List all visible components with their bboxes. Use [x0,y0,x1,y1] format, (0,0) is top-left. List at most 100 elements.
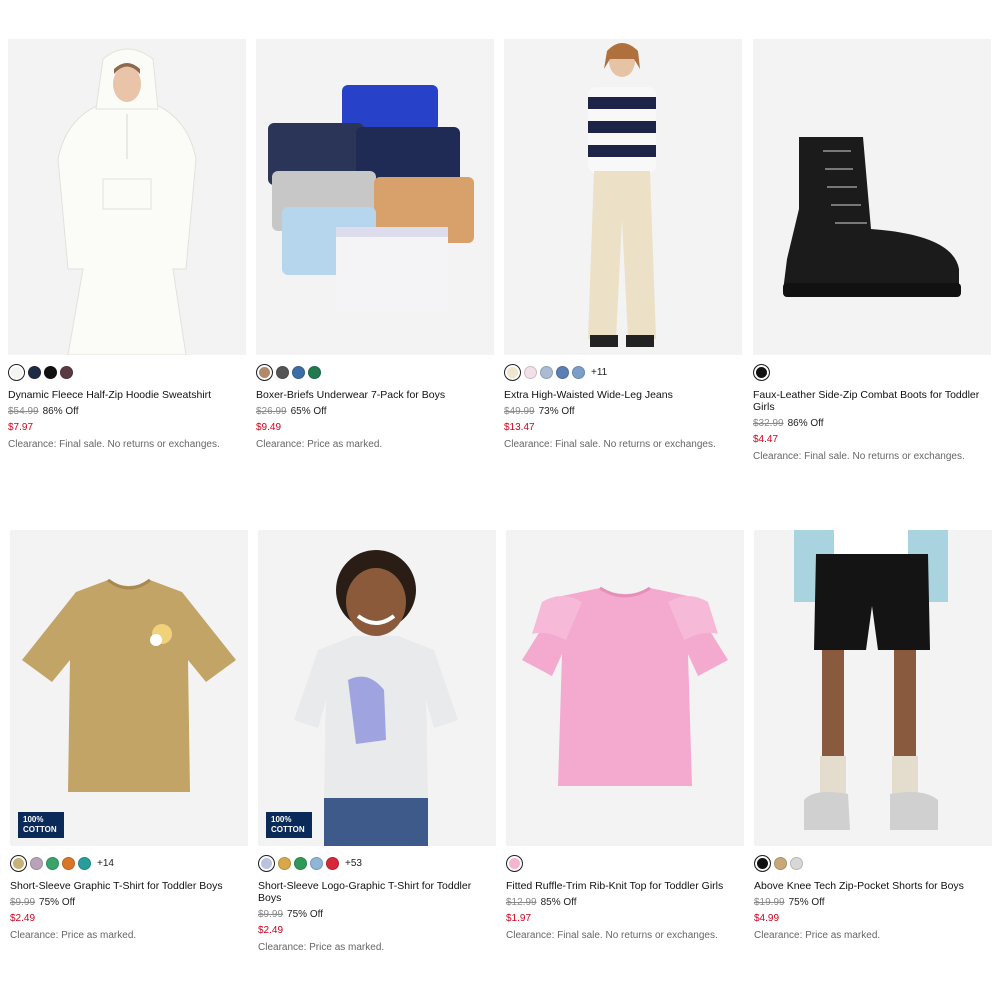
product-name[interactable]: Short-Sleeve Logo-Graphic T-Shirt for To… [258,880,496,904]
discount-label: 86% Off [42,406,79,417]
color-swatches [754,852,992,874]
product-card[interactable]: Above Knee Tech Zip-Pocket Shorts for Bo… [754,530,992,941]
color-swatch[interactable] [60,365,73,379]
more-colors-count[interactable]: +11 [591,367,607,378]
color-swatch[interactable] [506,854,523,872]
product-image[interactable] [753,39,991,355]
product-image[interactable]: 100% COTTON [10,530,248,846]
sale-price: $2.49 [10,913,36,924]
color-swatch[interactable] [754,854,771,872]
color-swatch[interactable] [556,365,569,379]
logo-tshirt-illustration [258,530,496,846]
original-price: $32.99 [753,418,784,429]
price-row: $12.99 85% Off [506,897,744,908]
product-name[interactable]: Fitted Ruffle-Trim Rib-Knit Top for Todd… [506,880,744,892]
color-swatches [8,361,246,383]
color-swatches: +11 [504,361,742,383]
product-image[interactable] [504,39,742,355]
product-name[interactable]: Dynamic Fleece Half-Zip Hoodie Sweatshir… [8,389,246,401]
sale-price: $13.47 [504,422,535,433]
color-swatch[interactable] [753,363,770,381]
product-name[interactable]: Extra High-Waisted Wide-Leg Jeans [504,389,742,401]
color-swatch[interactable] [572,365,585,379]
color-swatch[interactable] [294,856,307,870]
original-price: $49.99 [504,406,535,417]
product-name[interactable]: Faux-Leather Side-Zip Combat Boots for T… [753,389,991,413]
color-swatch[interactable] [46,856,59,870]
color-swatch[interactable] [308,365,321,379]
color-swatch[interactable] [256,363,273,381]
combat-boot-illustration [753,39,991,355]
color-swatches [753,361,991,383]
cotton-badge: 100% COTTON [266,812,312,838]
price-row: $9.99 75% Off [10,897,248,908]
color-swatch[interactable] [30,856,43,870]
price-row: $32.99 86% Off [753,418,991,429]
color-swatch[interactable] [276,365,289,379]
product-card[interactable]: Dynamic Fleece Half-Zip Hoodie Sweatshir… [8,39,246,450]
tech-shorts-illustration [754,530,992,846]
clearance-note: Clearance: Price as marked. [754,930,881,941]
color-swatch[interactable] [524,365,537,379]
color-swatch[interactable] [78,856,91,870]
color-swatch[interactable] [44,365,57,379]
clearance-note: Clearance: Final sale. No returns or exc… [504,439,716,450]
clearance-note: Clearance: Price as marked. [256,439,383,450]
hoodie-illustration [8,39,246,355]
color-swatch[interactable] [278,856,291,870]
product-image[interactable] [8,39,246,355]
color-swatch[interactable] [790,856,803,870]
sale-price: $2.49 [258,925,284,936]
product-image[interactable] [754,530,992,846]
discount-label: 86% Off [787,418,824,429]
color-swatch[interactable] [774,856,787,870]
product-image[interactable] [506,530,744,846]
product-card[interactable]: Fitted Ruffle-Trim Rib-Knit Top for Todd… [506,530,744,941]
ruffle-top-illustration [506,530,744,846]
product-card[interactable]: Boxer-Briefs Underwear 7-Pack for Boys $… [256,39,494,450]
product-name[interactable]: Boxer-Briefs Underwear 7-Pack for Boys [256,389,494,401]
product-card[interactable]: Faux-Leather Side-Zip Combat Boots for T… [753,39,991,462]
product-image[interactable]: 100% COTTON [258,530,496,846]
clearance-note: Clearance: Final sale. No returns or exc… [506,930,718,941]
product-card[interactable]: 100% COTTON +53 Short-Sleeve Logo-Graphi… [258,530,496,953]
sale-price: $1.97 [506,913,532,924]
cotton-badge: 100% COTTON [18,812,64,838]
sale-price: $4.47 [753,434,779,445]
graphic-tshirt-illustration [10,530,248,846]
color-swatch[interactable] [258,854,275,872]
price-row: $54.99 86% Off [8,406,246,417]
color-swatch[interactable] [8,363,25,381]
original-price: $9.99 [10,897,36,908]
original-price: $26.99 [256,406,287,417]
clearance-note: Clearance: Price as marked. [258,942,385,953]
discount-label: 85% Off [540,897,577,908]
discount-label: 65% Off [290,406,327,417]
color-swatch[interactable] [10,854,27,872]
sale-price: $4.99 [754,913,780,924]
product-card[interactable]: +11 Extra High-Waisted Wide-Leg Jeans $4… [504,39,742,450]
product-image[interactable] [256,39,494,355]
more-colors-count[interactable]: +53 [345,858,362,869]
color-swatch[interactable] [62,856,75,870]
product-card[interactable]: 100% COTTON +14 Short-Sleeve Graphic T-S… [10,530,248,941]
more-colors-count[interactable]: +14 [97,858,114,869]
boxer-briefs-illustration [256,39,494,355]
color-swatch[interactable] [28,365,41,379]
color-swatch[interactable] [540,365,553,379]
sale-price: $9.49 [256,422,282,433]
price-row: $19.99 75% Off [754,897,992,908]
color-swatches [506,852,744,874]
color-swatches: +14 [10,852,248,874]
original-price: $9.99 [258,909,284,920]
clearance-note: Clearance: Final sale. No returns or exc… [753,451,965,462]
color-swatch[interactable] [326,856,339,870]
original-price: $54.99 [8,406,39,417]
product-name[interactable]: Short-Sleeve Graphic T-Shirt for Toddler… [10,880,248,892]
product-name[interactable]: Above Knee Tech Zip-Pocket Shorts for Bo… [754,880,992,892]
discount-label: 75% Off [788,897,825,908]
color-swatch[interactable] [292,365,305,379]
color-swatch[interactable] [310,856,323,870]
color-swatch[interactable] [504,363,521,381]
sale-price: $7.97 [8,422,34,433]
